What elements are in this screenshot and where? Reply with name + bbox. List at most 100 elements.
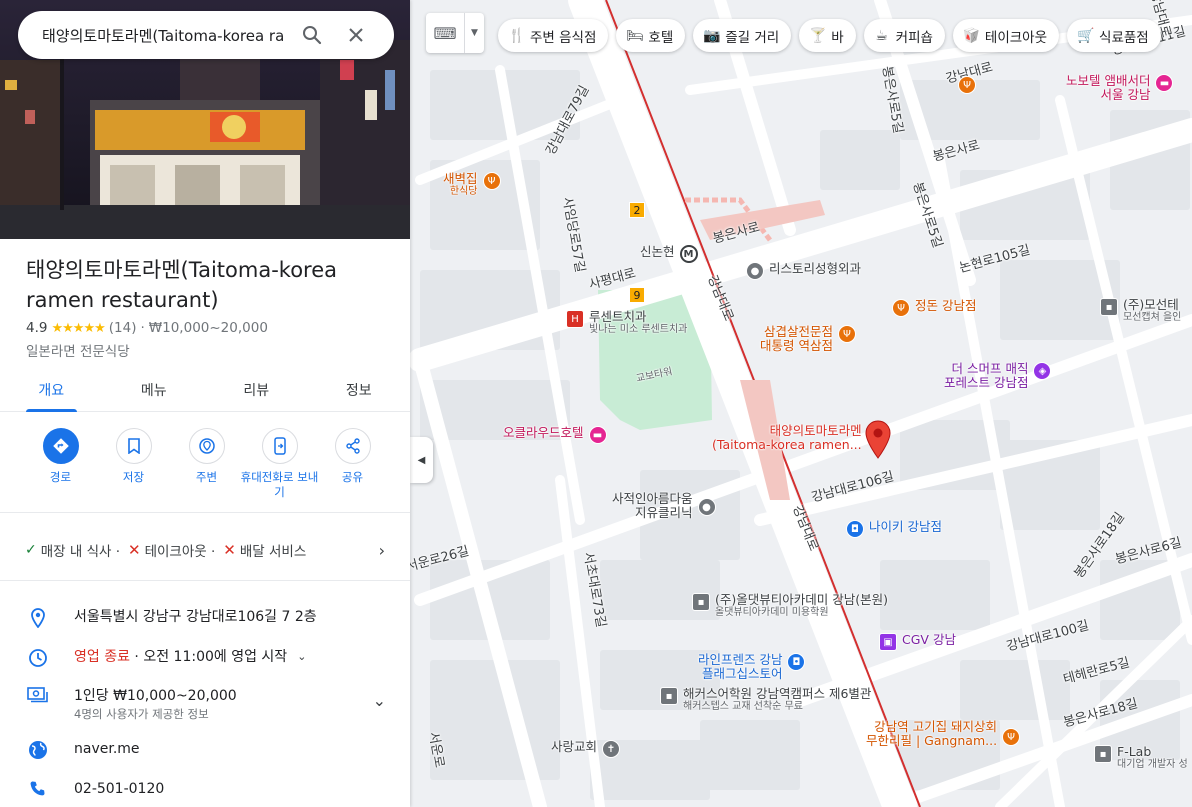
utensils-icon: 🍴 — [508, 27, 526, 44]
shopping-icon: ◘ — [846, 520, 864, 538]
chip-things-to-do[interactable]: 📷 즐길 거리 — [693, 19, 792, 52]
line-9-badge: 9 — [629, 287, 645, 303]
station-sinnonhyeon[interactable]: 신논현 M — [640, 244, 698, 263]
cocktail-icon: 🍸 — [809, 27, 827, 44]
website-row[interactable]: naver.me — [26, 740, 386, 760]
review-count[interactable]: (14) — [109, 320, 137, 336]
poi-ocloud-hotel[interactable]: 오클라우드호텔 ▬ — [503, 425, 607, 444]
poi-line-friends[interactable]: 라인프렌즈 강남 플래그십스토어 ◘ — [698, 652, 806, 682]
chip-bars[interactable]: 🍸 바 — [799, 19, 856, 52]
keyboard-icon: ⌨ — [433, 23, 457, 43]
restaurant-icon: Ψ — [958, 76, 976, 94]
place-photo[interactable]: 태양의토마토라멘(Taitoma-korea ra — [0, 0, 410, 239]
caret-down-icon[interactable]: ▼ — [464, 13, 484, 53]
tab-about[interactable]: 정보 — [308, 368, 411, 411]
phone-row[interactable]: 02-501-0120 — [26, 780, 386, 798]
poi-cgv[interactable]: ▣ CGV 강남 — [879, 632, 956, 651]
restaurant-icon: Ψ — [1002, 728, 1021, 746]
cross-icon: ✕ — [128, 541, 141, 559]
clock-icon — [26, 648, 50, 668]
poi-saebyeok[interactable]: 새벽집 한식당 Ψ — [443, 171, 501, 198]
send-to-phone-icon — [261, 428, 298, 464]
caret-left-icon: ◀ — [417, 454, 426, 466]
share-button[interactable]: 공유 — [316, 428, 389, 500]
rating-row: 4.9 ★★★★★ (14) · ₩10,000~20,000 — [26, 320, 268, 336]
church-icon: ✝ — [602, 740, 621, 758]
divider — [0, 580, 410, 581]
school-icon: ▪ — [692, 593, 710, 611]
bed-icon: 🛏 — [626, 27, 645, 44]
keyboard-shortcuts-button[interactable]: ⌨ ▼ — [426, 13, 484, 53]
poi-lucent-dental[interactable]: H 루센트치과 빛나는 미소 루센트치과 — [566, 309, 687, 336]
poi-gogi[interactable]: 강남역 고기집 돼지상회 무한리필 | Gangnam... Ψ — [866, 719, 1021, 749]
cinema-icon: ▣ — [879, 633, 897, 651]
tab-menu[interactable]: 메뉴 — [103, 368, 206, 411]
tab-reviews[interactable]: 리뷰 — [205, 368, 308, 411]
share-icon — [334, 428, 371, 464]
star-rating-icon: ★★★★★ — [51, 320, 105, 336]
search-icon[interactable] — [290, 13, 334, 57]
takeout-label: 테이크아웃 · — [144, 544, 216, 560]
poi-samgyeopsal[interactable]: 삼겹살전문점 대통령 역삼점 Ψ — [760, 324, 856, 354]
chip-hotels[interactable]: 🛏 호텔 — [616, 19, 686, 52]
price-range: ₩10,000~20,000 — [148, 320, 268, 336]
chip-takeout[interactable]: 🥡 테이크아웃 — [952, 19, 1060, 52]
poi-sarang-church[interactable]: 사랑교회 ✝ — [551, 739, 621, 758]
place-title: 태양의토마토라멘(Taitoma-korea ramen restaurant) — [26, 258, 338, 312]
hotel-icon: ▬ — [1155, 74, 1174, 92]
collapse-panel-button[interactable]: ◀ — [410, 437, 433, 483]
search-input[interactable]: 태양의토마토라멘(Taitoma-korea ra — [42, 25, 290, 46]
nearby-button[interactable]: 주변 — [170, 428, 243, 500]
hospital-icon: H — [566, 310, 584, 328]
selected-location-marker-icon[interactable] — [864, 420, 892, 460]
search-box[interactable]: 태양의토마토라멘(Taitoma-korea ra — [18, 11, 394, 59]
metro-icon: M — [679, 245, 698, 263]
poi-nike[interactable]: ◘ 나이키 강남점 — [846, 519, 942, 538]
poi-history-clinic[interactable]: ● 리스토리성형외과 — [746, 261, 861, 280]
chip-coffee[interactable]: ☕ 커피숍 — [863, 19, 945, 52]
poi-mosen[interactable]: ▪ (주)모선테 모선캡쳐 을인 — [1100, 297, 1181, 324]
place-details-panel: 태양의토마토라멘(Taitoma-korea ra 태양의토마토라멘(Taito… — [0, 0, 410, 807]
school-icon: ▪ — [1094, 745, 1112, 763]
action-buttons: 경로 저장 주변 휴대전화로 보내기 공유 — [24, 428, 389, 500]
send-to-phone-button[interactable]: 휴대전화로 보내기 — [241, 428, 318, 500]
poi-jeongdon[interactable]: Ψ 정돈 강남점 — [892, 298, 976, 317]
location-pin-icon — [26, 608, 50, 628]
directions-button[interactable]: 경로 — [24, 428, 97, 500]
poi-hackers[interactable]: ▪ 해커스어학원 강남역캠퍼스 제6별관 해커스텝스 교재 선착순 무료 — [660, 686, 871, 713]
price-row[interactable]: 1인당 ₩10,000~20,000 4명의 사용자가 제공한 정보 ⌄ — [26, 687, 386, 723]
poi-flab[interactable]: ▪ F-Lab 대기업 개발자 성 — [1094, 744, 1188, 771]
hours-row[interactable]: 영업 종료 · 오전 11:00에 영업 시작 ⌄ — [26, 648, 386, 668]
address-row[interactable]: 서울특별시 강남구 강남대로106길 7 2층 — [26, 608, 386, 628]
place-category[interactable]: 일본라면 전문식당 — [26, 340, 130, 360]
category-chips: 🍴 주변 음식점 🛏 호텔 📷 즐길 거리 🍸 바 ☕ 커피숍 🥡 테이크아웃 🛒 식료품점 — [498, 19, 1161, 52]
tab-overview[interactable]: 개요 — [0, 368, 103, 412]
hours-status: 영업 종료 — [74, 649, 130, 665]
money-icon — [26, 687, 50, 703]
poi-smurf[interactable]: 더 스머프 매직 포레스트 강남점 ◈ — [944, 361, 1052, 391]
delivery-label: 배달 서비스 — [239, 544, 307, 560]
divider — [0, 512, 410, 513]
poi-allthat-beauty[interactable]: ▪ (주)올댓뷰티아카데미 강남(본원) 올댓뷰티아카데미 미용학원 — [692, 592, 888, 619]
poi-novotel[interactable]: 노보텔 앰배서더 서울 강남 ▬ — [1066, 73, 1174, 103]
close-icon[interactable] — [334, 13, 378, 57]
chip-groceries[interactable]: 🛒 식료품점 — [1067, 19, 1161, 52]
directions-icon — [42, 428, 79, 464]
school-icon: ▪ — [660, 687, 678, 705]
separator: · — [140, 320, 145, 336]
chevron-down-icon[interactable]: ⌄ — [373, 687, 386, 710]
poi-sajeok-clinic[interactable]: 사적인아름다움 지유클리닉 ● — [612, 491, 716, 521]
clinic-icon: ● — [746, 262, 764, 280]
place-tabs: 개요 메뉴 리뷰 정보 — [0, 368, 410, 412]
poi-selected-restaurant[interactable]: 태양의토마토라멘 (Taitoma-korea ramen... — [712, 423, 862, 453]
attraction-icon: ◈ — [1033, 362, 1052, 380]
poi-restaurant-top[interactable]: Ψ — [958, 76, 976, 94]
camera-icon: 📷 — [703, 27, 721, 44]
check-icon: ✓ — [25, 542, 37, 558]
cross-icon: ✕ — [223, 541, 236, 559]
chip-restaurants[interactable]: 🍴 주변 음식점 — [498, 19, 609, 52]
nearby-icon — [188, 428, 225, 464]
save-button[interactable]: 저장 — [97, 428, 170, 500]
chevron-down-icon[interactable]: ⌄ — [297, 648, 306, 663]
service-options[interactable]: ✓ 매장 내 식사 · ✕ 테이크아웃 · ✕ 배달 서비스 › — [25, 540, 385, 561]
